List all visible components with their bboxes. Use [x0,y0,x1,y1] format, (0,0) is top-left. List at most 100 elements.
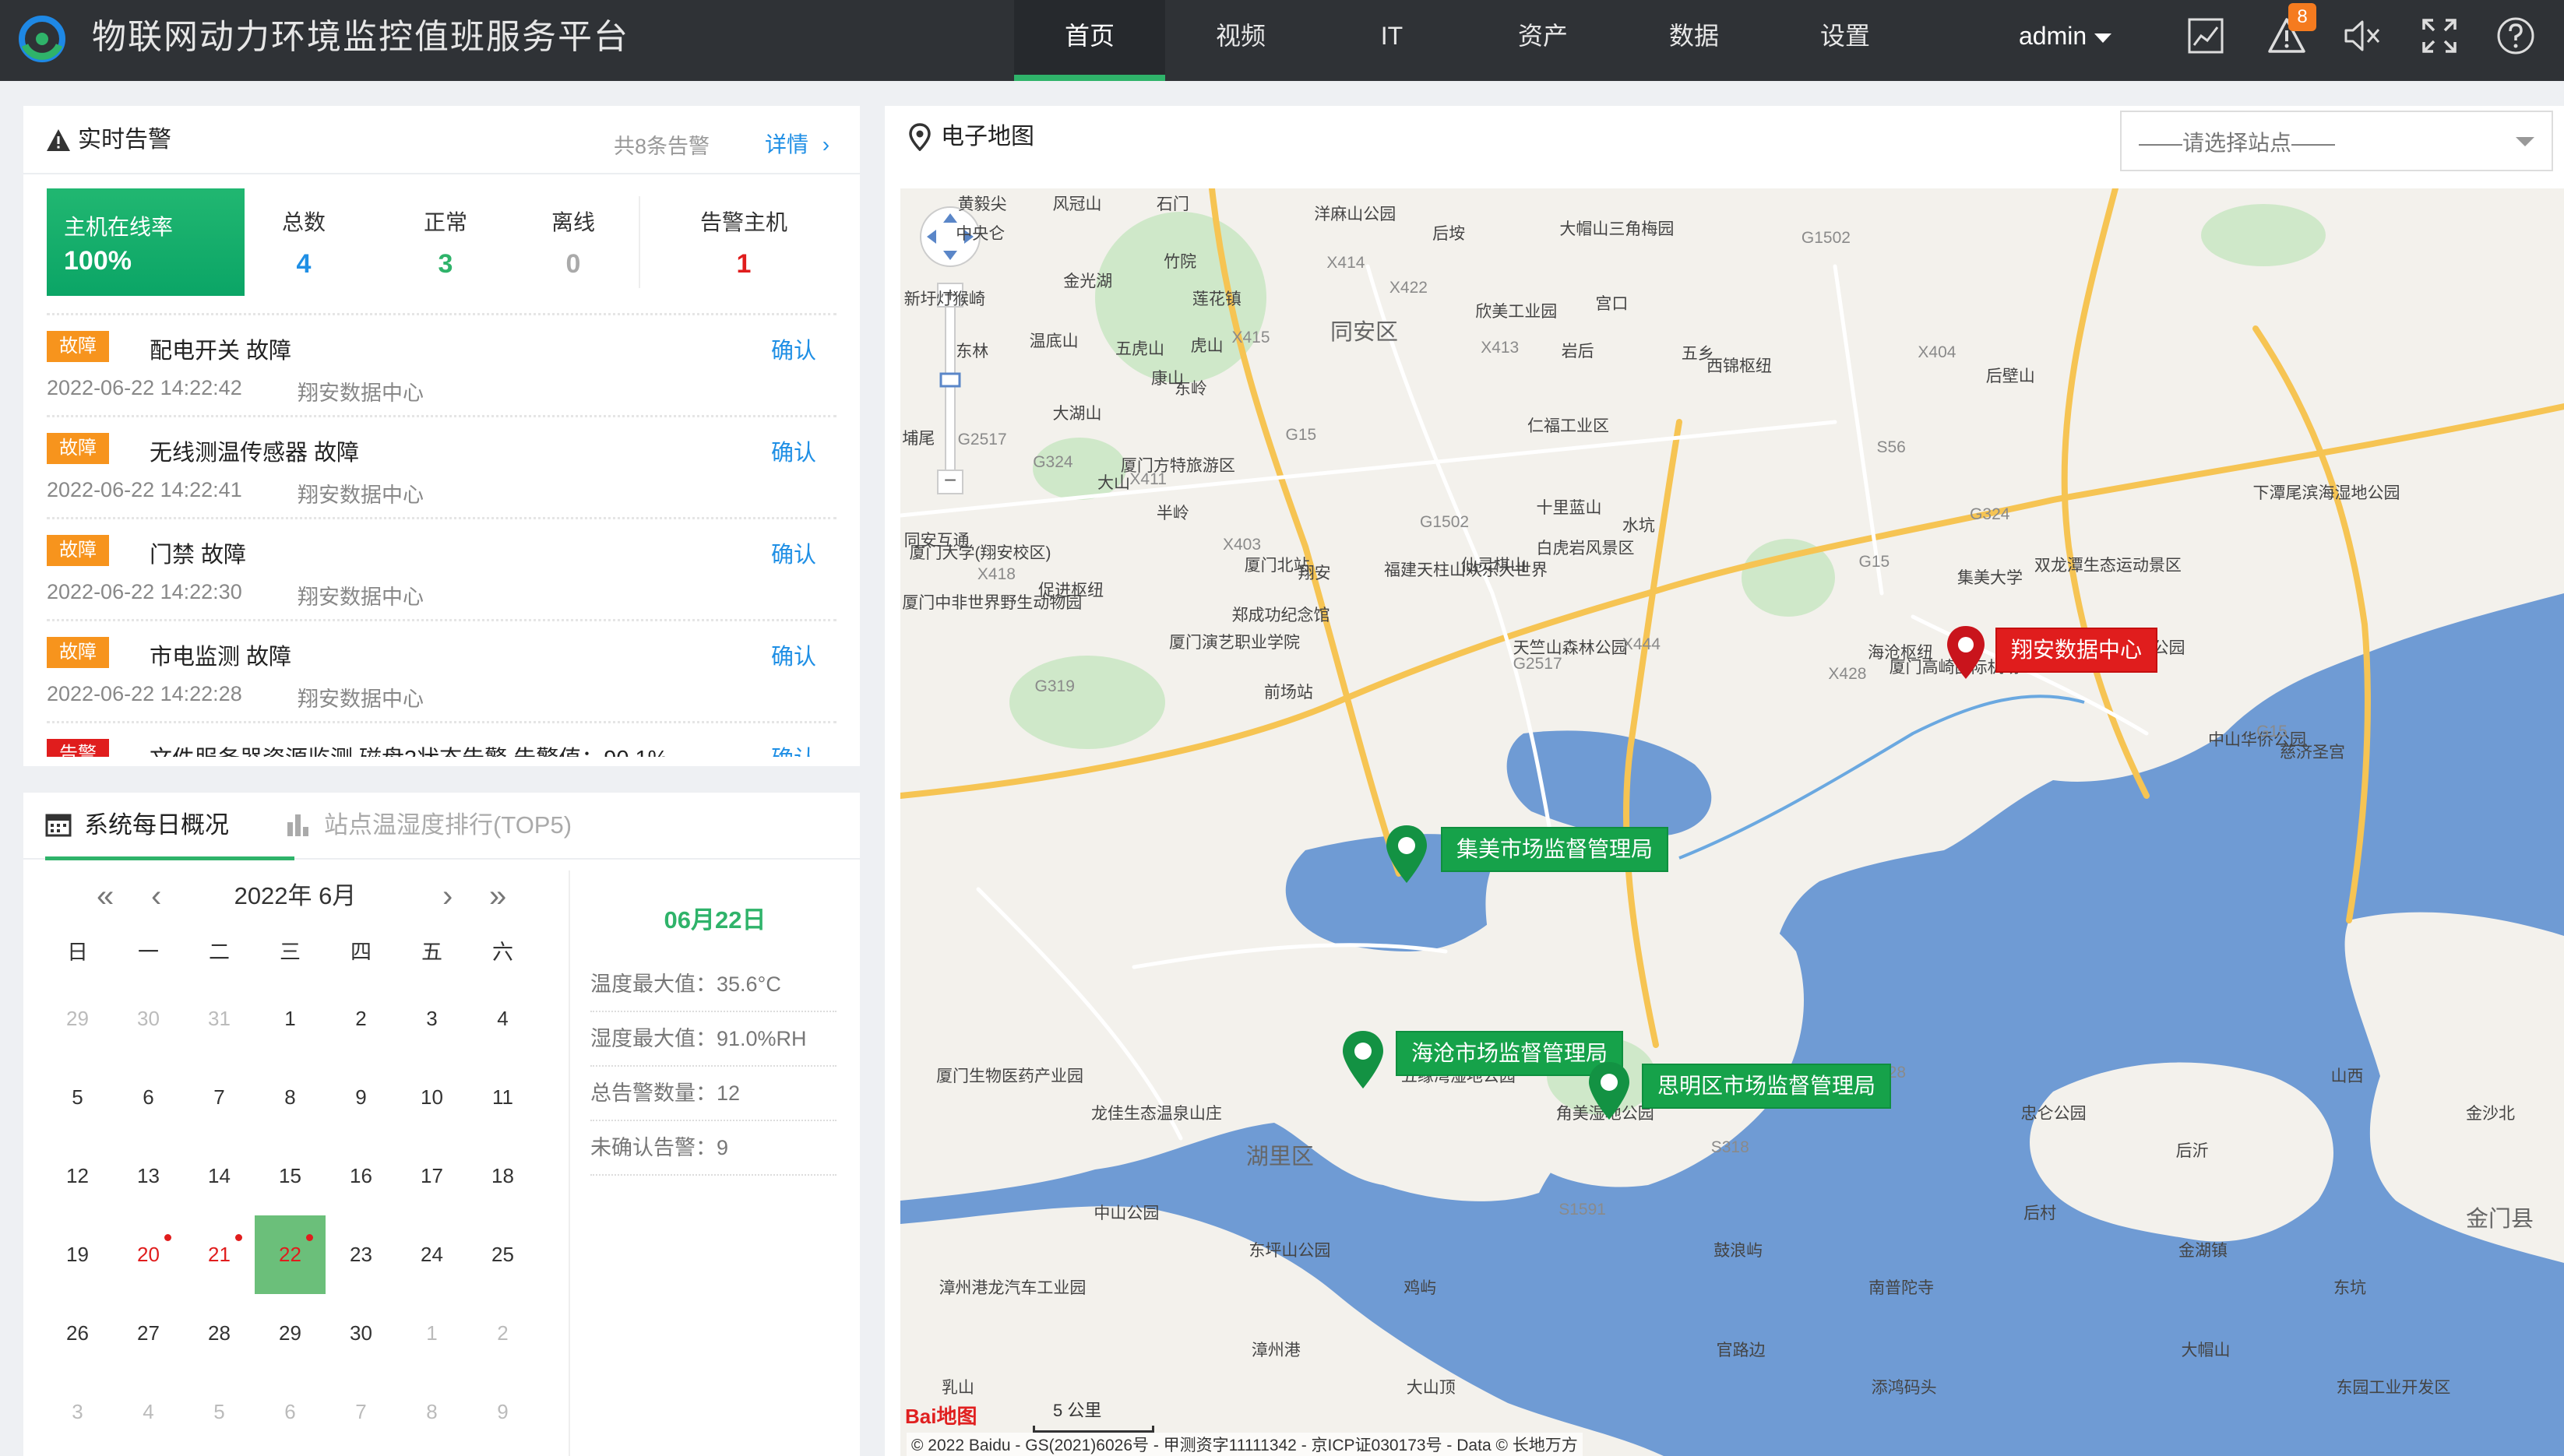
map-place-label: 漳州港 [1251,1342,1301,1359]
confirm-button[interactable]: 确认 [771,638,816,671]
map-place-label: 慈济圣宫 [2280,744,2345,761]
map-place-label: 金门县 [2466,1207,2534,1232]
calendar-day[interactable]: 29 [255,1294,326,1373]
nav-settings[interactable]: 设置 [1770,0,1921,81]
calendar-day[interactable]: 4 [467,979,538,1058]
calendar-day[interactable]: 12 [42,1137,113,1215]
alarm-site: 翔安数据中心 [298,484,424,507]
map-place-label: X414 [1326,254,1365,272]
alarm-time: 2022-06-22 14:22:41 [47,478,242,501]
stat-offline-label: 离线 [551,210,595,234]
next-year-icon[interactable]: » [489,867,506,925]
map-canvas[interactable]: + − 黄毅尖 中央仑 风冠山 石门 洋麻山公园 大帽山三角梅园 金光湖 竹院 莲花镇 后垵 新圩灯… [900,188,2564,1456]
calendar-day[interactable]: 2 [326,979,396,1058]
map-pin-normal-icon[interactable] [1340,1029,1386,1090]
calendar-day[interactable]: 4 [113,1373,184,1451]
calendar-day[interactable]: 9 [467,1373,538,1451]
calendar-day[interactable]: 21 [184,1215,255,1294]
calendar-day[interactable]: 8 [396,1373,467,1451]
mute-icon[interactable] [2341,16,2382,56]
map-place-label: G15 [1285,425,1317,444]
calendar-day[interactable]: 9 [326,1058,396,1137]
nav-data[interactable]: 数据 [1618,0,1770,81]
marker-label-siming[interactable]: 思明区市场监督管理局 [1642,1064,1892,1109]
confirm-button[interactable]: 确认 [771,434,816,467]
alarm-name: 市电监测 故障 [150,645,292,670]
nav-assets[interactable]: 资产 [1467,0,1618,81]
calendar-day[interactable]: 24 [396,1215,467,1294]
calendar-day-selected[interactable]: 22 [255,1215,326,1294]
map-place-label: X422 [1389,279,1428,297]
stat-total-label: 总数 [281,210,326,234]
calendar-grid: 29 30 31 1 2 3 4 5 6 7 8 9 10 11 12 13 14 15 16 17 18 19 20 21 2… [42,979,538,1451]
calendar-day[interactable]: 14 [184,1137,255,1215]
map-place-label: 翔安 [1298,564,1331,582]
alarm-detail-link[interactable]: 详情 › [765,128,829,159]
calendar-day[interactable]: 28 [184,1294,255,1373]
tab-temperature-ranking[interactable]: 站点温湿度排行(TOP5) [285,793,572,856]
site-select[interactable]: ——请选择站点—— [2120,111,2553,171]
day-number: 13 [137,1164,160,1187]
calendar-day[interactable]: 1 [255,979,326,1058]
day-number: 2 [497,1321,509,1345]
calendar-day[interactable]: 27 [113,1294,184,1373]
marker-label-xiangan-dc[interactable]: 翔安数据中心 [1995,628,2158,673]
calendar-day[interactable]: 3 [396,979,467,1058]
calendar-day[interactable]: 5 [184,1373,255,1451]
calendar-day[interactable]: 20 [113,1215,184,1294]
calendar-day[interactable]: 8 [255,1058,326,1137]
calendar-day[interactable]: 23 [326,1215,396,1294]
calendar-day[interactable]: 6 [113,1058,184,1137]
fullscreen-icon[interactable] [2419,16,2460,56]
calendar-day[interactable]: 19 [42,1215,113,1294]
next-month-icon[interactable]: › [442,867,453,925]
user-menu[interactable]: admin [2019,0,2112,72]
confirm-button[interactable]: 确认 [771,536,816,569]
calendar-day[interactable]: 31 [184,979,255,1058]
confirm-button[interactable]: 确认 [771,332,816,365]
map-place-label: G1502 [1801,229,1851,247]
day-number: 18 [491,1164,514,1187]
nav-it[interactable]: IT [1316,0,1467,81]
calendar-day[interactable]: 3 [42,1373,113,1451]
calendar-day[interactable]: 17 [396,1137,467,1215]
chart-icon[interactable] [2185,16,2226,56]
calendar-day[interactable]: 26 [42,1294,113,1373]
calendar-day[interactable]: 30 [326,1294,396,1373]
day-number: 8 [426,1400,438,1423]
calendar-day[interactable]: 1 [396,1294,467,1373]
confirm-button[interactable]: 确认 [771,740,816,757]
tab-daily-overview[interactable]: 系统每日概况 [45,793,294,860]
calendar-day[interactable]: 7 [326,1373,396,1451]
alarm-panel-title-text: 实时告警 [78,127,171,153]
calendar-day[interactable]: 13 [113,1137,184,1215]
calendar-day[interactable]: 18 [467,1137,538,1215]
calendar-day[interactable]: 7 [184,1058,255,1137]
help-icon[interactable] [2495,16,2536,56]
stat-offline: 离线 0 [527,206,620,280]
day-number: 6 [284,1400,296,1423]
calendar-day[interactable]: 30 [113,979,184,1058]
nav-video[interactable]: 视频 [1165,0,1316,81]
map-pin-alarm-icon[interactable] [1944,624,1988,681]
map-place-label: X411 [1129,470,1167,489]
calendar-day[interactable]: 2 [467,1294,538,1373]
alarm-name: 配电开关 故障 [150,339,292,364]
map-place-label: G324 [1970,505,2010,524]
calendar-day[interactable]: 29 [42,979,113,1058]
calendar-day[interactable]: 5 [42,1058,113,1137]
calendar-day[interactable]: 16 [326,1137,396,1215]
calendar: « ‹ 2022年 6月 › » 日 一 二 三 四 五 六 29 30 31 1 2 3… [42,867,548,1451]
alert-triangle-icon [47,129,70,151]
calendar-day[interactable]: 15 [255,1137,326,1215]
map-pin-normal-icon[interactable] [1586,1060,1632,1121]
map-scale-bar [1033,1426,1154,1433]
nav-home[interactable]: 首页 [1014,0,1165,81]
calendar-day[interactable]: 25 [467,1215,538,1294]
calendar-day[interactable]: 11 [467,1058,538,1137]
calendar-day[interactable]: 6 [255,1373,326,1451]
marker-label-jimei[interactable]: 集美市场监督管理局 [1441,827,1669,872]
calendar-day[interactable]: 10 [396,1058,467,1137]
map-pin-normal-icon[interactable] [1383,824,1430,885]
weekday: 六 [492,941,513,964]
